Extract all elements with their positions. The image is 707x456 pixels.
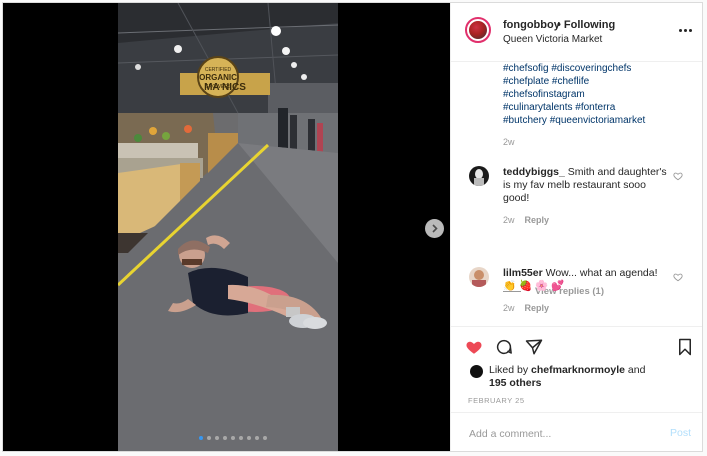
comments-list[interactable]: #chefsofig #discoveringchefs #chefplate … xyxy=(451,50,702,326)
carousel-dot xyxy=(223,436,227,440)
carousel-dot xyxy=(263,436,267,440)
carousel-dot xyxy=(199,436,203,440)
hashtag-line[interactable]: #chefsofinstagram xyxy=(503,88,693,101)
post-username[interactable]: fongobboy xyxy=(503,19,560,31)
post-media: CERTIFIED ORGANIC GROWERS MA NICS xyxy=(3,3,450,451)
comment-meta: 2w Reply xyxy=(503,215,549,225)
comment-age: 2w xyxy=(503,303,515,313)
hashtag-line[interactable]: #butchery #queenvictoriamarket xyxy=(503,114,693,127)
hashtag-line[interactable]: #chefsofig #discoveringchefs xyxy=(503,62,693,75)
share-icon[interactable] xyxy=(525,338,543,356)
comment-meta: 2w Reply xyxy=(503,303,549,313)
post-comment-button[interactable]: Post xyxy=(670,427,691,439)
follow-status[interactable]: • Following xyxy=(557,19,615,31)
avatar[interactable] xyxy=(469,166,489,186)
likes-prefix: Liked by xyxy=(489,364,529,376)
post-actions: Liked by chefmarknormoyle and 195 others… xyxy=(451,326,702,413)
post-panel: fongobboy • Following Queen Victoria Mar… xyxy=(450,3,702,451)
heart-outline-icon[interactable] xyxy=(673,171,683,181)
carousel-indicator xyxy=(199,436,267,440)
carousel-dot xyxy=(247,436,251,440)
carousel-dot xyxy=(255,436,259,440)
comment-age: 2w xyxy=(503,215,515,225)
post-dialog: CERTIFIED ORGANIC GROWERS MA NICS fongob… xyxy=(2,2,703,452)
avatar[interactable] xyxy=(469,267,489,287)
carousel-next-button[interactable] xyxy=(425,219,444,238)
reply-button[interactable]: Reply xyxy=(525,215,550,225)
comment-text: lilm55er Wow... what an agenda! 👏 🍓 🌸 💕 xyxy=(503,267,668,293)
post-photo: CERTIFIED ORGANIC GROWERS MA NICS xyxy=(118,3,338,451)
carousel-dot xyxy=(215,436,219,440)
hashtag-line[interactable]: #culinarytalents #fonterra xyxy=(503,101,693,114)
likes-user[interactable]: chefmarknormoyle xyxy=(531,364,625,376)
caption-age: 2w xyxy=(503,137,515,147)
hashtag-line[interactable]: #chefplate #cheflife xyxy=(503,75,693,88)
carousel-dot xyxy=(231,436,235,440)
sign-text-wide: MA NICS xyxy=(204,82,246,93)
comment-username[interactable]: lilm55er xyxy=(503,267,543,279)
add-comment-bar: Post xyxy=(451,412,702,451)
comment-username[interactable]: teddybiggs_ xyxy=(503,166,565,178)
market-photo: CERTIFIED ORGANIC GROWERS MA NICS xyxy=(118,3,338,451)
carousel-dot xyxy=(207,436,211,440)
reply-button[interactable]: Reply xyxy=(525,303,550,313)
caption-hashtags: #chefsofig #discoveringchefs #chefplate … xyxy=(503,62,693,127)
liker-avatar[interactable] xyxy=(470,365,483,378)
likes-text: Liked by chefmarknormoyle and xyxy=(489,364,645,376)
avatar[interactable] xyxy=(465,17,491,43)
comment-input[interactable] xyxy=(467,424,651,444)
post-location[interactable]: Queen Victoria Market xyxy=(503,34,602,45)
more-options-icon[interactable] xyxy=(679,25,693,35)
carousel-dot xyxy=(239,436,243,440)
heart-outline-icon[interactable] xyxy=(673,272,683,282)
likes-others[interactable]: 195 others xyxy=(489,377,542,389)
heart-filled-icon[interactable] xyxy=(465,338,483,356)
comment-text: teddybiggs_ Smith and daughter's is my f… xyxy=(503,166,668,205)
bookmark-icon[interactable] xyxy=(676,338,694,356)
post-date[interactable]: FEBRUARY 25 xyxy=(468,396,525,405)
chevron-right-icon xyxy=(432,224,438,233)
sign-text-organic: ORGANIC xyxy=(199,73,237,82)
likes-suffix: and xyxy=(627,364,646,376)
comment-icon[interactable] xyxy=(495,338,513,356)
